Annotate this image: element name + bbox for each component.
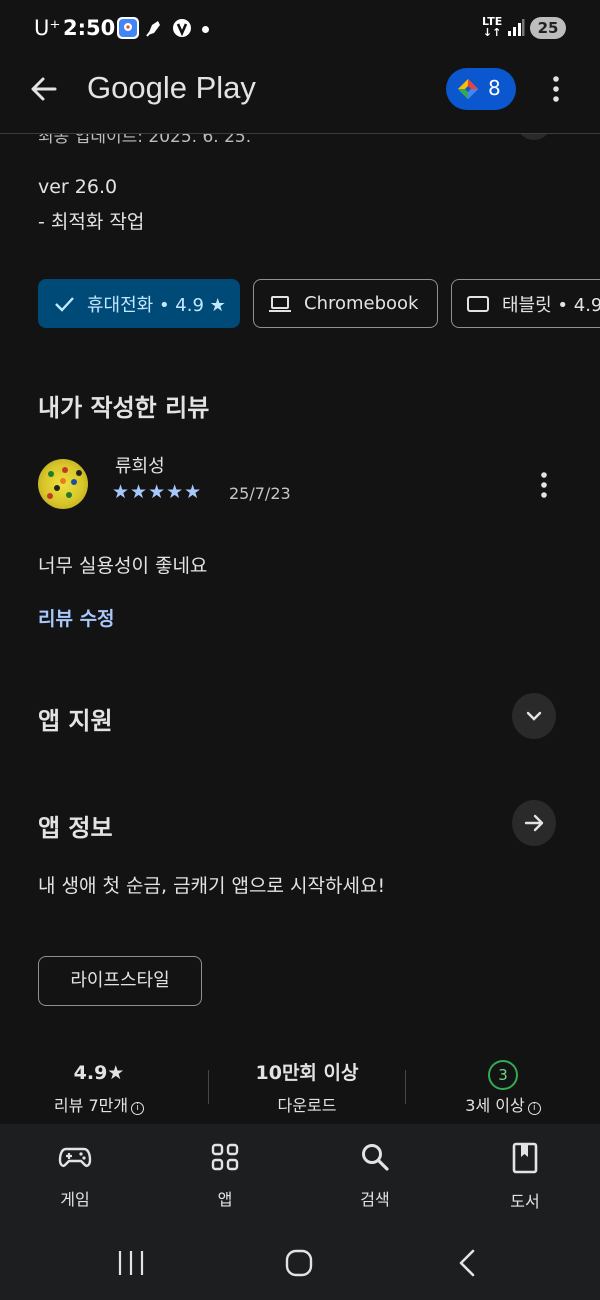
app-support-expand-button[interactable] [512,693,556,739]
nav-books[interactable]: 도서 [465,1142,585,1212]
play-points-count: 8 [488,76,501,100]
age-rating-label: 3세 이상 i [418,1092,588,1116]
gamepad-icon [58,1147,92,1167]
network-type-label: LTE [482,15,503,28]
app-bar: Google Play 8 [0,60,600,134]
back-nav-icon[interactable] [456,1249,478,1277]
my-review-heading: 내가 작성한 리뷰 [38,394,210,422]
downloads-stat: 10만회 이상 다운로드 [222,1060,392,1116]
chevron-down-icon [526,711,542,721]
search-icon [362,1144,389,1171]
app-title: Google Play [87,70,256,105]
chip-chromebook-label: Chromebook [304,293,419,314]
reviewer-avatar [38,459,88,509]
review-stars: ★★★★★ [112,481,203,503]
recent-apps-icon[interactable] [117,1250,145,1276]
review-more-options-icon[interactable] [534,470,554,500]
nav-search[interactable]: 검색 [315,1142,435,1210]
reviewer-name: 류희성 [115,456,165,477]
more-notifications-dot-icon [202,26,209,33]
reviews-count: 리뷰 7만개 [53,1096,129,1115]
v-app-notification-icon [171,17,193,39]
nav-apps[interactable]: 앱 [165,1142,285,1210]
rating-stat[interactable]: 4.9★ 리뷰 7만개 i [14,1060,184,1116]
book-icon [512,1142,538,1174]
update-note: - 최적화 작업 [38,211,145,233]
carrier-label: U⁺ [34,16,61,40]
age-rating-text: 3세 이상 [465,1096,525,1115]
nav-games-label: 게임 [60,1190,90,1209]
pen-notification-icon [144,17,166,39]
rating-reviews: 리뷰 7만개 i [14,1092,184,1116]
edit-review-link[interactable]: 리뷰 수정 [38,604,115,631]
play-points-button[interactable]: 8 [446,68,516,110]
status-bar: U⁺ 2:50 LTE ↓↑ 25 [0,0,600,60]
stat-divider [208,1070,209,1104]
bottom-navigation: 게임 앱 검색 도서 [0,1124,600,1228]
category-chip[interactable]: 라이프스타일 [38,956,202,1006]
maps-notification-icon [117,17,139,39]
review-text: 너무 실용성이 좋네요 [38,555,208,577]
info-icon: i [131,1102,145,1115]
age-rating-stat[interactable]: 3 3세 이상 i [418,1060,588,1116]
info-icon: i [527,1102,541,1115]
downloads-value: 10만회 이상 [255,1062,359,1084]
nav-apps-label: 앱 [217,1190,233,1209]
rating-value: 4.9★ [14,1060,184,1086]
apps-grid-icon [211,1143,239,1171]
play-points-icon [458,79,478,99]
nav-books-label: 도서 [510,1192,540,1211]
chip-chromebook[interactable]: Chromebook [253,279,438,328]
nav-search-label: 검색 [360,1190,390,1209]
nav-games[interactable]: 게임 [15,1142,135,1210]
check-icon [55,296,74,312]
stat-divider [405,1070,406,1104]
more-options-icon[interactable] [546,74,566,104]
battery-indicator: 25 [530,17,566,39]
chip-phone-label: 휴대전화 • 4.9 ★ [87,294,226,316]
chip-tablet[interactable]: 태블릿 • 4.9 ★ [451,279,600,328]
rating-value-text: 4.9★ [73,1062,125,1084]
downloads-label: 다운로드 [277,1096,337,1115]
arrow-right-icon [524,814,544,832]
home-icon[interactable] [285,1249,313,1277]
chip-tablet-label: 태블릿 • 4.9 ★ [502,294,600,316]
age-rating-value: 3 [418,1060,588,1090]
age-rating-badge: 3 [488,1060,518,1090]
app-description: 내 생애 첫 순금, 금캐기 앱으로 시작하세요! [38,875,386,897]
lte-indicator: LTE ↓↑ [482,15,503,39]
signal-strength-icon [507,19,525,41]
laptop-icon [269,295,291,312]
chip-phone[interactable]: 휴대전화 • 4.9 ★ [38,279,240,328]
tablet-icon [467,295,489,312]
back-arrow-icon[interactable] [28,73,60,105]
status-time: 2:50 [63,16,116,40]
app-support-heading: 앱 지원 [38,707,113,735]
version-text: ver 26.0 [38,176,118,198]
system-navigation-bar [0,1228,600,1300]
app-info-heading: 앱 정보 [38,814,113,842]
app-info-open-button[interactable] [512,800,556,846]
review-date: 25/7/23 [229,484,291,503]
